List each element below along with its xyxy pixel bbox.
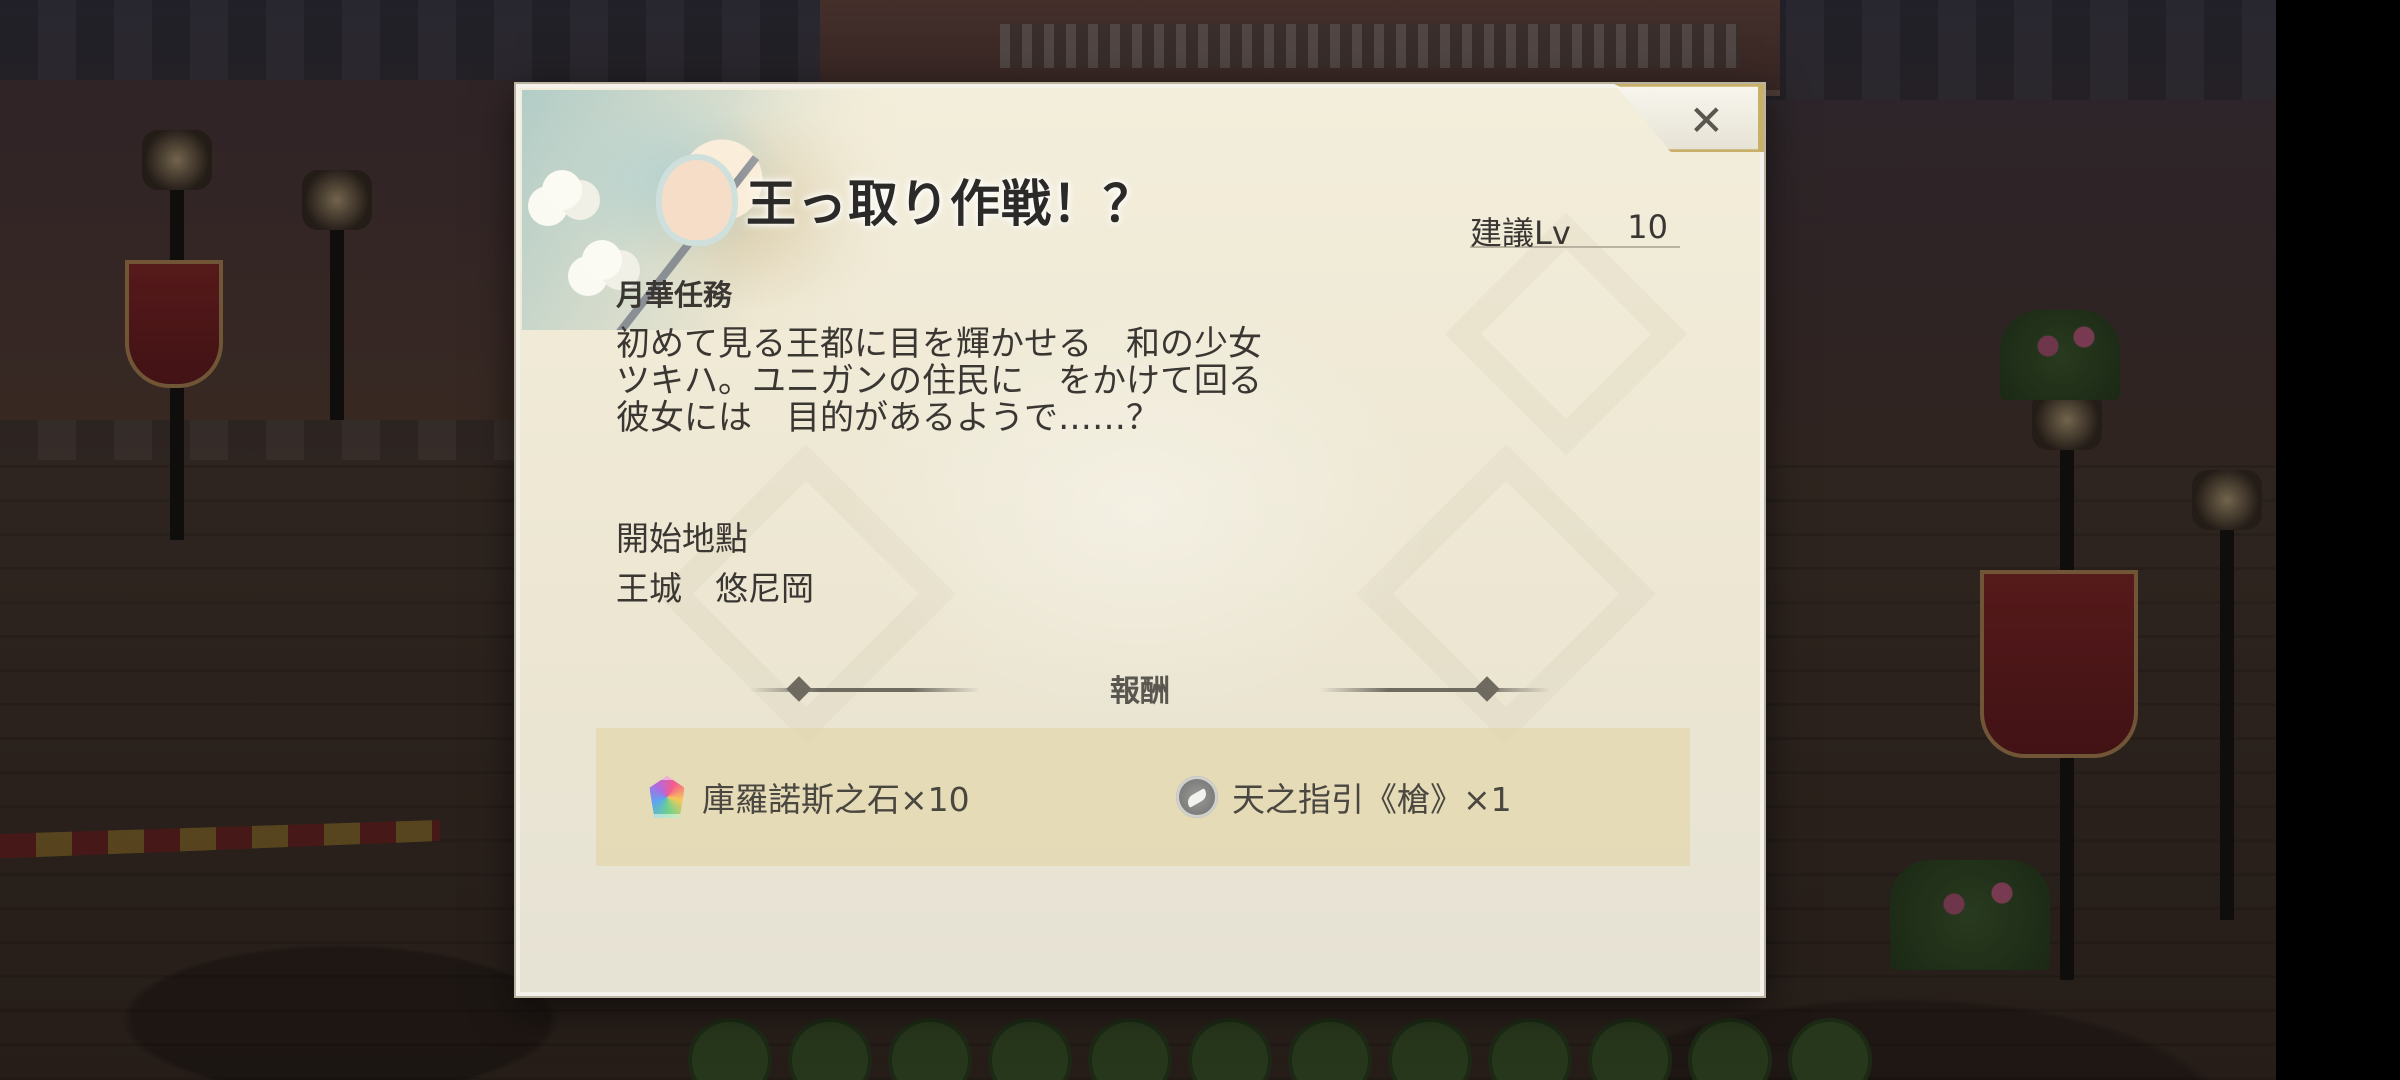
reward-item[interactable]: 天之指引《槍》×1 bbox=[1176, 728, 1512, 866]
start-location-value: 王城 悠尼岡 bbox=[616, 569, 814, 608]
reward-panel: 庫羅諾斯之石×10 天之指引《槍》×1 bbox=[596, 728, 1690, 866]
start-location-label: 開始地點 bbox=[616, 519, 748, 558]
description-line: ツキハ。ユニガンの住民に をかけて回る bbox=[616, 361, 1262, 401]
reward-label: 天之指引《槍》×1 bbox=[1232, 780, 1512, 819]
quest-detail-dialog: ✕ 王っ取り作戦！？ 建議Lv 10 月華任務 初めて見る王都に目を輝かせる 和… bbox=[516, 84, 1764, 996]
reward-item[interactable]: 庫羅諾斯之石×10 bbox=[646, 728, 970, 866]
level-label: 建議Lv bbox=[1470, 214, 1571, 252]
quest-title: 王っ取り作戦！？ bbox=[746, 174, 1154, 233]
flower-graphic bbox=[542, 170, 582, 210]
character-face bbox=[662, 160, 732, 240]
recommended-level: 建議Lv 10 bbox=[1470, 208, 1680, 252]
level-value: 10 bbox=[1627, 208, 1668, 246]
quest-category: 月華任務 bbox=[616, 278, 733, 312]
reward-label: 庫羅諾斯之石×10 bbox=[702, 780, 970, 819]
chronos-stone-icon bbox=[649, 776, 685, 818]
description-line: 初めて見る王都に目を輝かせる 和の少女 bbox=[616, 324, 1262, 364]
quest-description: 初めて見る王都に目を輝かせる 和の少女 ツキハ。ユニガンの住民に をかけて回る … bbox=[616, 326, 1376, 437]
feather-guide-icon bbox=[1176, 776, 1218, 818]
reward-heading: 報酬 bbox=[1110, 674, 1170, 709]
screen-edge-bar bbox=[2276, 0, 2400, 1080]
close-button[interactable] bbox=[1614, 84, 1764, 152]
description-line: 彼女には 目的があるようで……？ bbox=[616, 398, 1160, 438]
